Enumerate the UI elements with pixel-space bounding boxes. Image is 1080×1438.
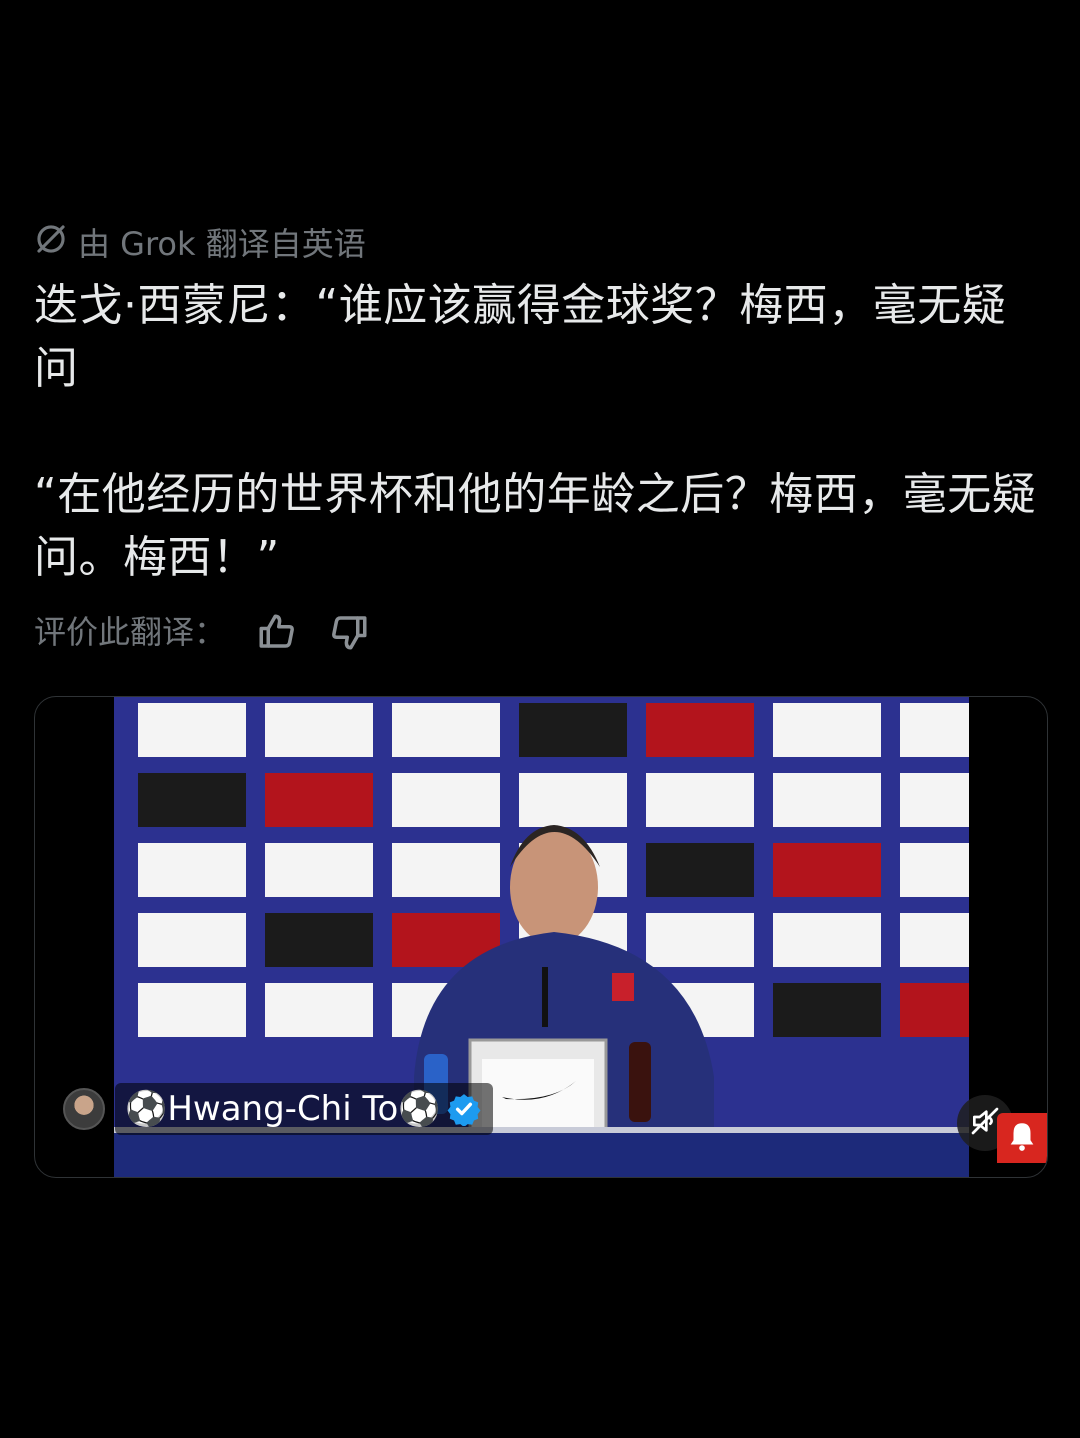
sponsor-board xyxy=(265,913,373,967)
sponsor-board xyxy=(138,913,246,967)
video-author[interactable]: ⚽️Hwang-Chi To⚽️ xyxy=(63,1083,493,1135)
sponsor-board xyxy=(138,983,246,1037)
sponsor-board xyxy=(773,773,881,827)
sponsor-board xyxy=(773,983,881,1037)
video-card[interactable]: ⚽️Hwang-Chi To⚽️ xyxy=(34,696,1048,1178)
notification-bell xyxy=(997,1113,1047,1163)
rate-translation-label: 评价此翻译： xyxy=(34,613,227,651)
author-name[interactable]: ⚽️Hwang-Chi To⚽️ xyxy=(125,1089,441,1129)
sponsor-board xyxy=(392,773,500,827)
sponsor-board xyxy=(900,773,969,827)
sponsor-board xyxy=(646,773,754,827)
sponsor-board xyxy=(138,703,246,757)
sponsor-board xyxy=(773,913,881,967)
sponsor-board xyxy=(900,703,969,757)
sponsor-board xyxy=(900,913,969,967)
sponsor-board xyxy=(138,773,246,827)
thumbs-down-icon[interactable] xyxy=(328,611,370,653)
sponsor-board xyxy=(519,703,627,757)
thumbs-up-icon[interactable] xyxy=(256,611,298,653)
post-text: 迭戈·西蒙尼：“谁应该赢得金球奖？梅西，毫无疑问 “在他经历的世界杯和他的年龄之… xyxy=(34,280,1037,583)
sponsor-board xyxy=(138,843,246,897)
sponsor-board xyxy=(392,703,500,757)
sponsor-board xyxy=(646,843,754,897)
verified-badge-icon xyxy=(447,1092,481,1127)
translated-by-grok: 由 Grok 翻译自英语 xyxy=(34,222,366,265)
sponsor-board xyxy=(519,773,627,827)
sponsor-board xyxy=(646,913,754,967)
sponsor-board xyxy=(265,703,373,757)
sponsor-board xyxy=(392,843,500,897)
sponsor-board xyxy=(900,983,969,1037)
sponsor-board xyxy=(773,843,881,897)
rate-translation: 评价此翻译： xyxy=(34,610,370,654)
sponsor-board xyxy=(265,773,373,827)
bell-icon xyxy=(1005,1119,1039,1157)
sponsor-board xyxy=(265,843,373,897)
translated-by-label: 由 Grok 翻译自英语 xyxy=(78,224,366,263)
author-avatar[interactable] xyxy=(63,1088,105,1130)
sponsor-board xyxy=(646,703,754,757)
sponsor-board xyxy=(265,983,373,1037)
grok-icon xyxy=(34,222,68,265)
sponsor-board xyxy=(900,843,969,897)
sponsor-board xyxy=(773,703,881,757)
